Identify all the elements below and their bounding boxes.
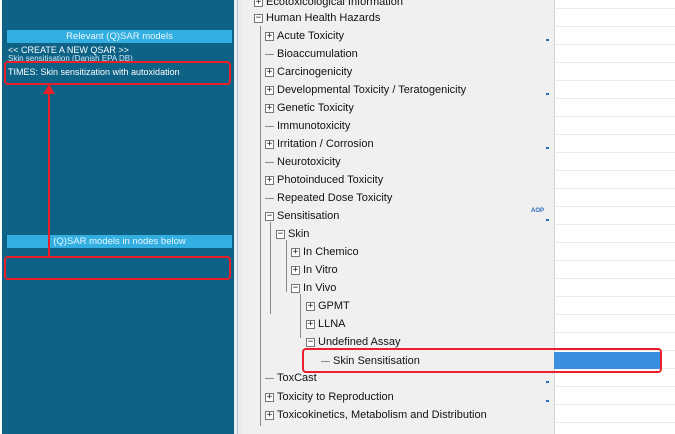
tree-connector [265,378,274,379]
grid-row-line [555,386,675,387]
expand-icon[interactable]: + [291,248,300,257]
grid-row-line [555,422,675,423]
data-indicator-icon [546,219,549,221]
tree-item-label: GPMT [318,300,350,312]
tree-item-label: Photoinduced Toxicity [277,174,384,186]
grid-row-line [555,260,675,261]
tree-connector [265,162,274,163]
grid-row-line [555,224,675,225]
tree-item-label: Developmental Toxicity / Teratogenicity [277,84,467,96]
grid-row-line [555,44,675,45]
collapse-icon[interactable]: − [276,230,285,239]
tree-item-label: In Chemico [303,246,359,258]
data-indicator-icon [546,381,549,383]
expand-icon[interactable]: + [265,393,274,402]
tree-connector [265,54,274,55]
expand-icon[interactable]: + [265,68,274,77]
tree-item-label: Sensitisation [277,210,340,222]
grid-row-line [555,80,675,81]
expand-icon[interactable]: + [254,0,263,7]
collapse-icon[interactable]: − [265,212,274,221]
grid-row-line [555,278,675,279]
tree-connector [270,222,271,314]
expand-icon[interactable]: + [306,320,315,329]
relevant-qsar-header: Relevant (Q)SAR models [7,30,232,43]
grid-row-line [555,26,675,27]
tree-item-label: In Vivo [303,282,337,294]
grid-row-line [555,314,675,315]
grid-row-line [555,8,675,9]
annotation-box-selected-model [4,61,231,85]
tree-item-label: Toxicity to Reproduction [277,391,394,403]
collapse-icon[interactable]: − [306,338,315,347]
expand-icon[interactable]: + [265,411,274,420]
grid-row-line [555,62,675,63]
tree-item-label: Human Health Hazards [266,12,381,24]
tree-connector [265,126,274,127]
tree-item-label: Carcinogenicity [277,66,353,78]
panel-splitter[interactable] [234,0,242,434]
tree-item-label: In Vitro [303,264,338,276]
expand-icon[interactable]: + [265,32,274,41]
tree-item-label: Repeated Dose Toxicity [277,192,393,204]
tree-item-label: Acute Toxicity [277,30,345,42]
expand-icon[interactable]: + [265,104,274,113]
tree-item-label: LLNA [318,318,346,330]
grid-row-line [555,152,675,153]
tree-connector [300,294,301,338]
grid-row-line [555,170,675,171]
grid-row-line [555,404,675,405]
expand-icon[interactable]: + [265,176,274,185]
grid-row-line [555,98,675,99]
grid-row-line [555,134,675,135]
grid-row-line [555,206,675,207]
expand-icon[interactable]: + [265,140,274,149]
tree-connector [265,198,274,199]
tree-connector [286,240,287,292]
data-indicator-icon [546,93,549,95]
tree-item-label: Toxicokinetics, Metabolism and Distribut… [277,409,487,421]
data-indicator-icon [546,147,549,149]
expand-icon[interactable]: + [291,266,300,275]
data-indicator-icon [546,39,549,41]
tree-item-label: Genetic Toxicity [277,102,354,114]
collapse-icon[interactable]: − [254,14,263,23]
tree-connector [260,26,261,426]
data-indicator-icon [546,400,549,402]
collapse-icon[interactable]: − [291,284,300,293]
grid-row-line [555,116,675,117]
annotation-box-nodes-below [4,256,231,280]
tree-item-label: Bioaccumulation [277,48,358,60]
tree-item-label: Neurotoxicity [277,156,341,168]
create-new-qsar-item[interactable]: << CREATE A NEW QSAR >> [8,45,129,55]
tree-item-label: Irritation / Corrosion [277,138,374,150]
grid-row-line [555,242,675,243]
tree-item-label: Immunotoxicity [277,120,351,132]
grid-row-line [555,296,675,297]
annotation-box-skin-sensitisation [302,348,662,373]
tree-item-label: Skin [288,228,310,240]
aop-badge[interactable]: AOP [531,208,544,214]
grid-row-line [555,332,675,333]
annotation-arrow-icon [43,84,55,257]
expand-icon[interactable]: + [306,302,315,311]
grid-row-line [555,188,675,189]
expand-icon[interactable]: + [265,86,274,95]
